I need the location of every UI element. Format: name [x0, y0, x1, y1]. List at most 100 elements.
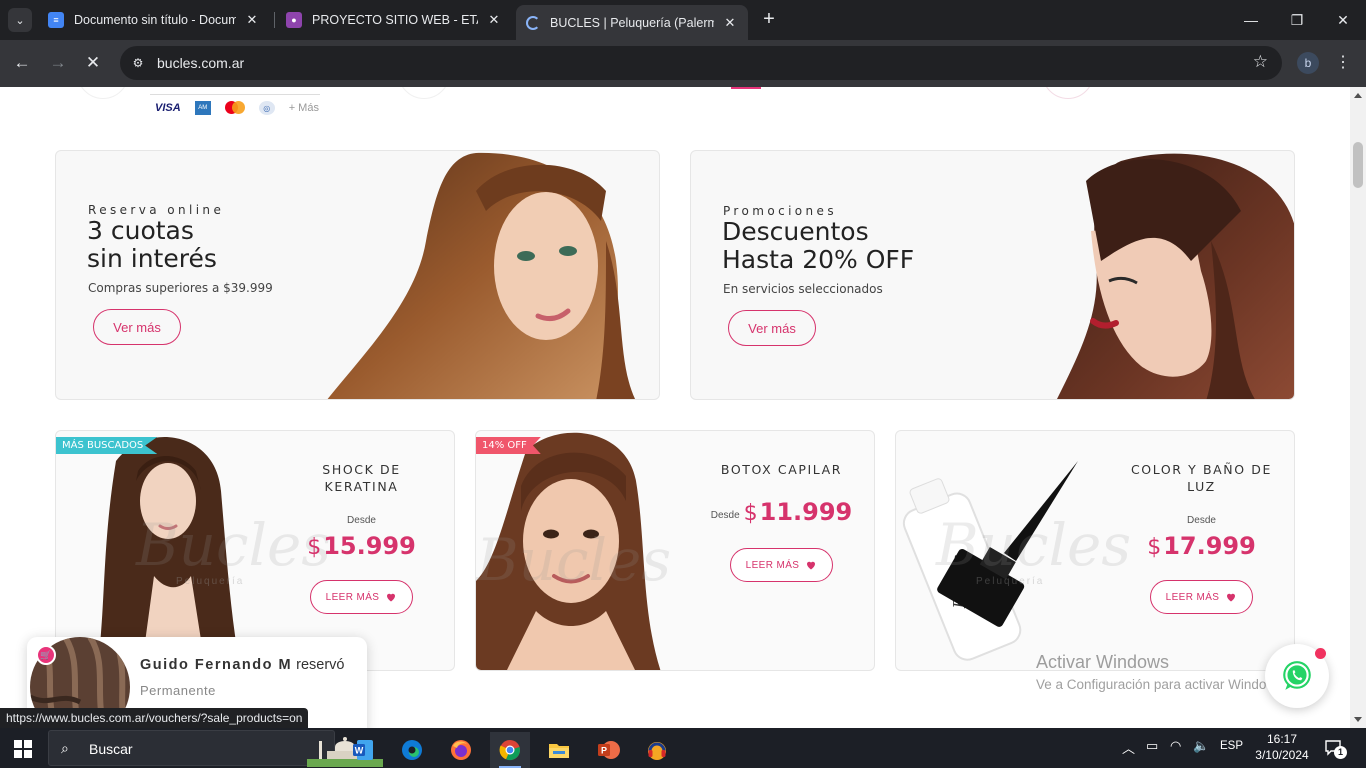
- stop-loading-icon[interactable]: ✕: [80, 50, 106, 76]
- tab-close-icon[interactable]: ✕: [486, 12, 502, 28]
- feature-icon-fragment: [731, 87, 761, 89]
- wifi-icon[interactable]: ◠: [1170, 738, 1181, 754]
- browser-tab-strip: ⌄ ≡ Documento sin título - Documentos de…: [0, 0, 1366, 40]
- folder-icon: [549, 744, 569, 758]
- edge-icon: [402, 740, 422, 760]
- taskbar-search-box[interactable]: ⌕ Buscar: [48, 730, 383, 767]
- tab-google-docs[interactable]: ≡ Documento sin título - Documentos de G…: [38, 6, 270, 34]
- promo-ver-mas-button[interactable]: Ver más: [93, 309, 181, 345]
- new-tab-button[interactable]: +: [758, 8, 780, 32]
- bookmark-star-icon[interactable]: ☆: [1253, 52, 1268, 72]
- service-name: BOTOX CAPILAR: [720, 462, 843, 477]
- forward-arrow-icon[interactable]: →: [45, 50, 71, 76]
- tab-title: BUCLES | Peluquería (Palermo Soho): [550, 15, 714, 30]
- scroll-down-arrow-icon[interactable]: [1354, 717, 1362, 722]
- close-window-button[interactable]: ✕: [1320, 0, 1366, 40]
- taskbar-word[interactable]: W: [343, 732, 383, 768]
- more-payments-link[interactable]: + Más: [289, 101, 319, 115]
- service-card-shock-keratina[interactable]: MÁS BUSCADOS Bucles Peluquería SHOCK DE …: [55, 430, 455, 671]
- price-value: 17.999: [1163, 532, 1256, 560]
- cabal-icon: ◎: [258, 101, 275, 115]
- badge-discount: 14% OFF: [476, 437, 541, 454]
- price-prefix: Desde: [710, 509, 740, 521]
- tab-divider: [274, 12, 275, 28]
- scrollbar-thumb[interactable]: [1353, 142, 1363, 188]
- menu-kebab-icon[interactable]: ⋮: [1334, 52, 1352, 74]
- search-icon: ⌕: [61, 740, 69, 756]
- leer-mas-button[interactable]: LEER MÁS: [729, 548, 834, 582]
- clock-date: 3/10/2024: [1255, 748, 1309, 762]
- model-photo-bangs: [1056, 153, 1294, 399]
- bucles-watermark: Bucles: [936, 511, 1132, 579]
- watermark-subtitle: Peluquería: [176, 576, 245, 587]
- volume-icon[interactable]: 🔈: [1193, 738, 1209, 754]
- windows-activation-title: Activar Windows: [1036, 652, 1170, 672]
- taskbar-headset-app[interactable]: [637, 732, 677, 768]
- amex-icon: AM: [194, 101, 211, 115]
- link-hover-status: https://www.bucles.com.ar/vouchers/?sale…: [0, 708, 309, 728]
- site-info-icon[interactable]: ⚙: [128, 53, 148, 73]
- back-arrow-icon[interactable]: ←: [9, 50, 35, 76]
- promo-heading-line: sin interés: [87, 244, 217, 273]
- service-info: COLOR Y BAÑO DE LUZ Desde $17.999 LEER M…: [1109, 431, 1294, 670]
- payment-methods: VISA AM ◎ + Más: [155, 101, 319, 115]
- service-card-botox-capilar[interactable]: 14% OFF Bucles BOTOX CAPILAR Desde $11.9…: [475, 430, 875, 671]
- promo-kicker: Reserva online: [88, 203, 225, 217]
- currency-symbol: $: [1147, 535, 1162, 560]
- cart-icon: 🛒: [36, 645, 56, 665]
- maximize-button[interactable]: ❐: [1274, 0, 1320, 40]
- booking-text: Guido Fernando M reservó: [140, 657, 344, 673]
- tab-bucles[interactable]: BUCLES | Peluquería (Palermo Soho) ✕: [516, 5, 748, 40]
- taskbar-firefox[interactable]: [441, 732, 481, 768]
- taskbar-chrome[interactable]: [490, 732, 530, 768]
- page-scrollbar[interactable]: [1350, 87, 1366, 728]
- price-prefix: Desde: [1187, 515, 1216, 526]
- model-photo-straight-hair: [327, 152, 636, 399]
- address-bar[interactable]: ⚙ bucles.com.ar ☆: [120, 46, 1282, 80]
- button-label: LEER MÁS: [325, 591, 380, 603]
- chrome-icon: [499, 740, 521, 761]
- notification-count: 1: [1334, 746, 1347, 759]
- svg-text:P: P: [601, 746, 607, 756]
- badge-mas-buscados: MÁS BUSCADOS: [56, 437, 158, 454]
- leer-mas-button[interactable]: LEER MÁS: [309, 580, 414, 614]
- windows-start-icon[interactable]: [14, 740, 32, 758]
- promo-banner-descuentos[interactable]: Promociones Descuentos Hasta 20% OFF En …: [690, 150, 1295, 400]
- promo-subtitle: En servicios seleccionados: [723, 282, 883, 296]
- leer-mas-button[interactable]: LEER MÁS: [1149, 580, 1254, 614]
- firefox-icon: [451, 740, 471, 760]
- tab-proyecto-sitio-web[interactable]: ● PROYECTO SITIO WEB - ETAPAS ✕: [276, 6, 512, 34]
- divider: [150, 94, 320, 95]
- taskbar-file-explorer[interactable]: [539, 732, 579, 768]
- taskbar-edge[interactable]: [392, 732, 432, 768]
- customer-name: Guido Fernando M: [140, 657, 293, 673]
- taskbar-powerpoint[interactable]: P: [588, 732, 628, 768]
- tab-close-icon[interactable]: ✕: [722, 15, 738, 31]
- input-language[interactable]: ESP: [1220, 740, 1243, 752]
- promo-ver-mas-button[interactable]: Ver más: [728, 310, 816, 346]
- heart-icon: [807, 561, 816, 570]
- price-prefix: Desde: [347, 515, 376, 526]
- service-card-color-bano-luz[interactable]: Bucles Peluquería Bucles COLOR Y BAÑO DE…: [895, 430, 1295, 671]
- feature-icon-circle: [77, 87, 129, 99]
- show-hidden-icons-chevron-icon[interactable]: ︿: [1122, 738, 1135, 757]
- service-price: $11.999: [744, 498, 853, 526]
- search-placeholder: Buscar: [89, 741, 133, 757]
- service-name: COLOR Y BAÑO DE LUZ: [1130, 462, 1272, 494]
- scroll-up-arrow-icon[interactable]: [1354, 93, 1362, 98]
- profile-avatar[interactable]: b: [1297, 52, 1319, 74]
- system-clock[interactable]: 16:17 3/10/2024: [1254, 731, 1310, 763]
- minimize-button[interactable]: —: [1228, 0, 1274, 40]
- tab-title: PROYECTO SITIO WEB - ETAPAS: [312, 13, 478, 27]
- browser-toolbar: ← → ✕ ⚙ bucles.com.ar ☆ b ⋮: [0, 40, 1366, 87]
- url-text[interactable]: bucles.com.ar: [157, 55, 244, 71]
- heart-icon: [1227, 593, 1236, 602]
- promo-heading: 3 cuotas sin interés: [87, 217, 217, 273]
- tab-search-menu-button[interactable]: ⌄: [8, 8, 32, 32]
- notification-center-icon[interactable]: 1: [1324, 738, 1347, 759]
- battery-icon[interactable]: ▭: [1146, 738, 1158, 754]
- button-label: LEER MÁS: [745, 559, 800, 571]
- tab-close-icon[interactable]: ✕: [244, 12, 260, 28]
- promo-heading-line: 3 cuotas: [87, 216, 194, 245]
- promo-banner-cuotas[interactable]: Reserva online 3 cuotas sin interés Comp…: [55, 150, 660, 400]
